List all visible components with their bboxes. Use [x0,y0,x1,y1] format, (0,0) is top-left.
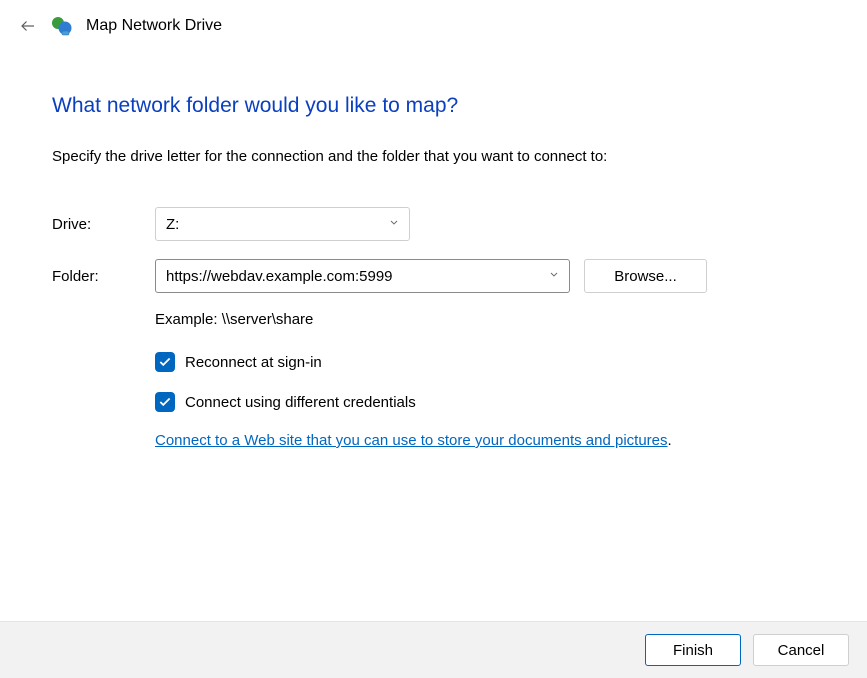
content-area: What network folder would you like to ma… [0,48,867,621]
credentials-label: Connect using different credentials [185,394,416,411]
back-button[interactable] [18,16,38,36]
drive-row: Drive: Z: [52,207,815,241]
titlebar: Map Network Drive [0,0,867,48]
drive-select-value: Z: [155,207,410,241]
page-heading: What network folder would you like to ma… [52,94,815,118]
reconnect-checkbox-row[interactable]: Reconnect at sign-in [155,352,815,372]
cancel-button[interactable]: Cancel [753,634,849,666]
footer: Finish Cancel [0,621,867,678]
page-subheading: Specify the drive letter for the connect… [52,148,815,165]
folder-input[interactable] [155,259,570,293]
website-link[interactable]: Connect to a Web site that you can use t… [155,432,668,449]
folder-row: Folder: Browse... [52,259,815,293]
network-drive-icon [50,14,74,38]
credentials-checkbox[interactable] [155,392,175,412]
window-title: Map Network Drive [86,17,222,35]
credentials-checkbox-row[interactable]: Connect using different credentials [155,392,815,412]
drive-label: Drive: [52,216,155,233]
drive-select[interactable]: Z: [155,207,410,241]
back-arrow-icon [19,17,37,35]
finish-button[interactable]: Finish [645,634,741,666]
folder-label: Folder: [52,268,155,285]
link-period: . [668,432,672,449]
options-column: Example: \\server\share Reconnect at sig… [155,311,815,449]
check-icon [158,355,172,369]
reconnect-checkbox[interactable] [155,352,175,372]
reconnect-label: Reconnect at sign-in [185,354,322,371]
example-text: Example: \\server\share [155,311,815,328]
browse-button[interactable]: Browse... [584,259,707,293]
website-link-row: Connect to a Web site that you can use t… [155,432,815,449]
check-icon [158,395,172,409]
folder-combobox[interactable] [155,259,570,293]
